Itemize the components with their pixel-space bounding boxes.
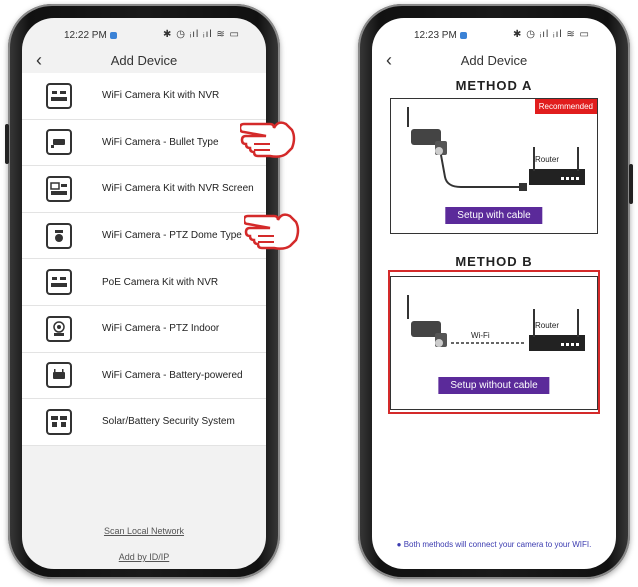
app-icon — [110, 32, 117, 39]
device-item-solar-system[interactable]: Solar/Battery Security System — [22, 399, 266, 446]
status-bar: 12:22 PM ✱ ◷ ᵢıl ᵢıl ≋ ▭ — [22, 18, 266, 48]
method-b-title: METHOD B — [455, 254, 533, 269]
device-list: WiFi Camera Kit with NVR WiFi Camera - B… — [22, 73, 266, 446]
nav-bar: ‹ Add Device — [22, 48, 266, 74]
app-icon — [460, 32, 467, 39]
method-b-highlight — [388, 270, 600, 414]
pointing-hand-icon — [240, 121, 296, 158]
device-label: WiFi Camera - Bullet Type — [102, 136, 219, 148]
device-label: PoE Camera Kit with NVR — [102, 276, 219, 288]
left-phone: 12:22 PM ✱ ◷ ᵢıl ᵢıl ≋ ▭ ‹ Add Device Wi… — [5, 4, 280, 579]
wired-camera-diagram — [407, 107, 585, 191]
device-item-camera-kit-nvr[interactable]: WiFi Camera Kit with NVR — [22, 73, 266, 120]
pointing-hand-icon — [244, 213, 300, 250]
router-label: Router — [535, 155, 560, 164]
bullet-camera-icon — [46, 129, 72, 156]
device-item-camera-kit-screen[interactable]: WiFi Camera Kit with NVR Screen — [22, 166, 266, 213]
device-item-ptz-dome[interactable]: WiFi Camera - PTZ Dome Type — [22, 213, 266, 260]
device-label: WiFi Camera Kit with NVR Screen — [102, 183, 254, 195]
device-label: WiFi Camera - PTZ Indoor — [102, 323, 220, 335]
device-label: WiFi Camera Kit with NVR — [102, 90, 220, 102]
device-label: Solar/Battery Security System — [102, 416, 235, 428]
right-screen: 12:23 PM ✱ ◷ ᵢıl ᵢıl ≋ ▭ ‹ Add Device ME… — [372, 18, 616, 569]
status-bar: 12:23 PM ✱ ◷ ᵢıl ᵢıl ≋ ▭ — [372, 18, 616, 48]
device-item-bullet-camera[interactable]: WiFi Camera - Bullet Type — [22, 120, 266, 167]
setup-with-cable-button[interactable]: Setup with cable — [445, 207, 543, 224]
device-item-ptz-indoor[interactable]: WiFi Camera - PTZ Indoor — [22, 306, 266, 353]
status-time: 12:22 PM — [64, 30, 107, 41]
volume-button — [5, 124, 9, 164]
status-time: 12:23 PM — [414, 30, 457, 41]
page-title: Add Device — [460, 53, 528, 68]
device-item-battery-camera[interactable]: WiFi Camera - Battery-powered — [22, 353, 266, 400]
status-icons: ✱ ◷ ᵢıl ᵢıl ≋ ▭ — [513, 29, 590, 40]
right-phone: 12:23 PM ✱ ◷ ᵢıl ᵢıl ≋ ▭ ‹ Add Device ME… — [358, 4, 633, 579]
scan-local-network-link[interactable]: Scan Local Network — [22, 526, 266, 536]
ptz-dome-camera-icon — [46, 222, 72, 249]
ptz-indoor-camera-icon — [46, 315, 72, 342]
device-item-poe-kit[interactable]: PoE Camera Kit with NVR — [22, 259, 266, 306]
solar-system-icon — [46, 408, 72, 435]
poe-kit-icon — [46, 269, 72, 296]
power-button — [629, 164, 633, 204]
nav-bar: ‹ Add Device — [372, 48, 616, 74]
camera-kit-nvr-icon — [46, 82, 72, 109]
left-screen: 12:22 PM ✱ ◷ ᵢıl ᵢıl ≋ ▭ ‹ Add Device Wi… — [22, 18, 266, 569]
add-by-id-link[interactable]: Add by ID/IP — [22, 552, 266, 562]
method-a-title: METHOD A — [455, 78, 533, 93]
device-label: WiFi Camera - PTZ Dome Type — [102, 230, 242, 242]
page-title: Add Device — [110, 53, 178, 68]
method-a-box: Recommended Router Setup with cable — [390, 98, 598, 234]
footnote: ● Both methods will connect your camera … — [396, 540, 592, 549]
battery-camera-icon — [46, 362, 72, 389]
status-icons: ✱ ◷ ᵢıl ᵢıl ≋ ▭ — [163, 29, 240, 40]
camera-kit-screen-icon — [46, 175, 72, 202]
device-label: WiFi Camera - Battery-powered — [102, 369, 243, 381]
